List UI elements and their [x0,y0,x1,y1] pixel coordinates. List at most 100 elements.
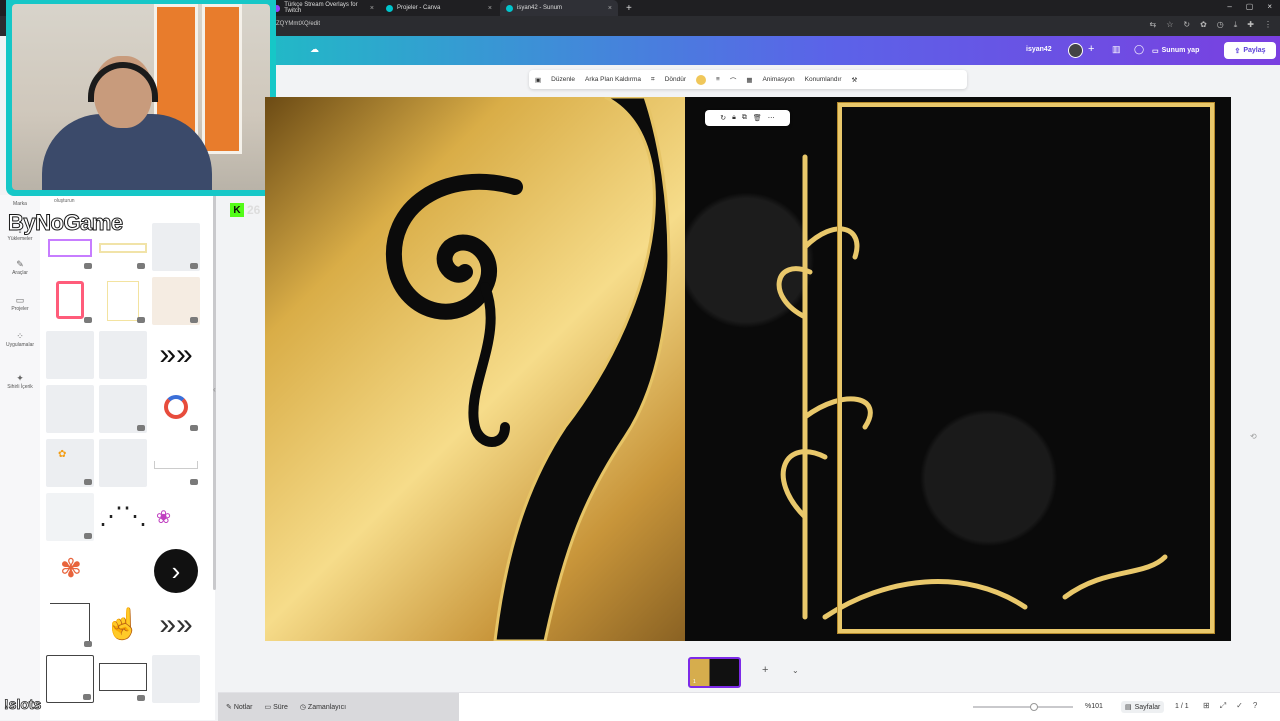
close-window-icon[interactable]: × [1267,2,1272,11]
neon-frame-icon [48,239,92,257]
tab-canva-projects[interactable]: Projeler - Canva × [380,0,498,16]
check-icon[interactable]: ✓ [1236,701,1243,711]
page-thumbnail[interactable]: 1 [688,657,741,688]
design-canvas[interactable] [265,97,1231,641]
duplicate-icon[interactable]: ⧉ [742,114,747,122]
share-label: Paylaş [1243,47,1266,54]
rail-label: Yüklemeler [7,236,33,242]
pointing-hand-icon[interactable]: ☝ [99,601,147,649]
color-swatch[interactable] [696,74,707,85]
element-thumb[interactable] [152,223,200,271]
rail-item-projects[interactable]: ▭ Projeler [0,295,40,312]
menu-icon[interactable]: ⋮ [1264,20,1272,30]
more-icon[interactable]: ⋯ [768,114,775,122]
bg-remove-button[interactable]: Arka Plan Kaldırma [585,76,641,83]
help-icon[interactable]: ? [1253,701,1257,711]
refresh-icon[interactable]: ↻ [1183,20,1190,30]
duration-button[interactable]: ▭ Süre [265,703,288,711]
element-thumb[interactable] [46,331,94,379]
close-icon[interactable]: × [370,5,374,12]
chevron-down-icon[interactable]: ⌄ [792,666,799,675]
element-thumb[interactable] [46,655,94,703]
flower-icon: ✾ [60,553,82,583]
zoom-slider-handle[interactable] [1030,703,1038,711]
zoom-slider[interactable] [973,703,1073,711]
element-thumb[interactable] [46,601,94,649]
download-icon[interactable]: ⤓ [1234,20,1238,30]
tab-stream-overlays[interactable]: Türkçe Stream Overlays for Twitch × [268,0,380,16]
apps-icon: ⁘ [16,331,24,341]
collapse-panel-icon[interactable]: ‹ [213,385,223,399]
element-thumb[interactable] [152,439,200,487]
element-thumb[interactable] [152,385,200,433]
comment-icon[interactable]: ◯ [1134,44,1144,55]
line-weight-icon[interactable]: ≡ [716,76,720,83]
element-thumb[interactable] [99,385,147,433]
transparency-icon[interactable]: ▦ [746,76,752,84]
avatar[interactable] [1068,43,1083,58]
folder-icon: ▭ [15,295,25,305]
element-thumb[interactable] [152,277,200,325]
element-thumb[interactable] [99,277,147,325]
add-page-icon[interactable]: + [762,664,768,676]
trash-icon[interactable]: 🗑︎ [753,114,762,122]
chevrons-icon[interactable]: »» [152,331,200,379]
invite-plus-icon[interactable]: + [1088,43,1094,55]
element-thumb[interactable] [46,385,94,433]
present-button[interactable]: ▭ Sunum yap [1152,43,1199,58]
pages-button[interactable]: ▤ Sayfalar [1121,701,1165,713]
rail-item-brand[interactable]: Marka [0,201,40,207]
canvas-refresh-icon[interactable]: ⟲ [1250,432,1257,441]
extension-icon[interactable]: ✿ [1200,20,1207,30]
share-button[interactable]: ⇪ Paylaş [1224,42,1276,59]
fullscreen-icon[interactable]: ⤢ [1220,701,1226,711]
editor-footer: ✎ Notlar ▭ Süre ◷ Zamanlayıcı %101 ▤ Say… [218,692,1280,721]
animate-button[interactable]: Animasyon [762,76,794,83]
chevrons-outline-icon[interactable]: »» [152,601,200,649]
webcam-overlay [6,0,276,196]
element-thumb[interactable]: ✾ [46,547,94,595]
element-thumb[interactable]: ✿ [46,439,94,487]
rail-item-tools[interactable]: ✎ Araçlar [0,259,40,276]
translate-icon[interactable]: ⇆ [1149,20,1156,30]
lock-icon[interactable]: 🔒︎ [732,114,736,122]
gold-frame[interactable] [837,102,1215,634]
project-owner: isyan42 [1026,46,1052,53]
element-thumb[interactable] [99,331,147,379]
minimize-icon[interactable]: – [1227,2,1231,11]
edit-button[interactable]: Düzenle [551,76,575,83]
element-thumb[interactable] [152,655,200,703]
bookmark-star-icon[interactable]: ☆ [1166,20,1173,30]
history-icon[interactable]: ◷ [1217,20,1224,30]
close-icon[interactable]: × [608,5,612,12]
crop-icon[interactable]: ⌗ [651,76,655,84]
paint-format-icon[interactable]: ⚒ [851,76,857,84]
cloud-save-icon[interactable]: ☁ [310,44,319,55]
analytics-icon[interactable]: ▥ [1112,44,1121,55]
close-icon[interactable]: × [488,5,492,12]
rail-item-magic[interactable]: ✦ Sihirli İçerik [0,373,40,390]
tab-isyan42-sunum[interactable]: isyan42 - Sunum × [500,0,618,16]
grid-view-icon[interactable]: ⊞ [1203,701,1210,711]
rotate-icon[interactable]: ↻ [720,114,726,122]
new-tab-button[interactable]: + [620,0,636,16]
position-button[interactable]: Konumlandır [805,76,842,83]
element-thumb[interactable] [46,493,94,541]
element-thumb[interactable] [99,439,147,487]
element-thumb[interactable] [99,547,147,595]
puzzle-icon[interactable]: ✚ [1247,20,1254,30]
notes-button[interactable]: ✎ Notlar [226,703,253,711]
curve-icon[interactable]: ⌒ [730,75,737,85]
element-thumb[interactable]: › [152,547,200,595]
rotate-button[interactable]: Döndür [665,76,686,83]
sparkle-lines-icon[interactable]: ⋰⋱ [99,493,147,541]
rail-item-apps[interactable]: ⁘ Uygulamalar [0,331,40,348]
element-thumb[interactable]: ❀ [152,493,200,541]
zoom-value[interactable]: %101 [1085,703,1103,710]
rail-label: Sihirli İçerik [7,384,33,390]
element-thumb[interactable] [46,277,94,325]
maximize-icon[interactable]: ▢ [1246,2,1254,11]
url-field[interactable]: ZQYMmtXQ/edit [276,21,320,27]
element-thumb[interactable] [99,655,147,703]
timer-button[interactable]: ◷ Zamanlayıcı [300,703,346,711]
